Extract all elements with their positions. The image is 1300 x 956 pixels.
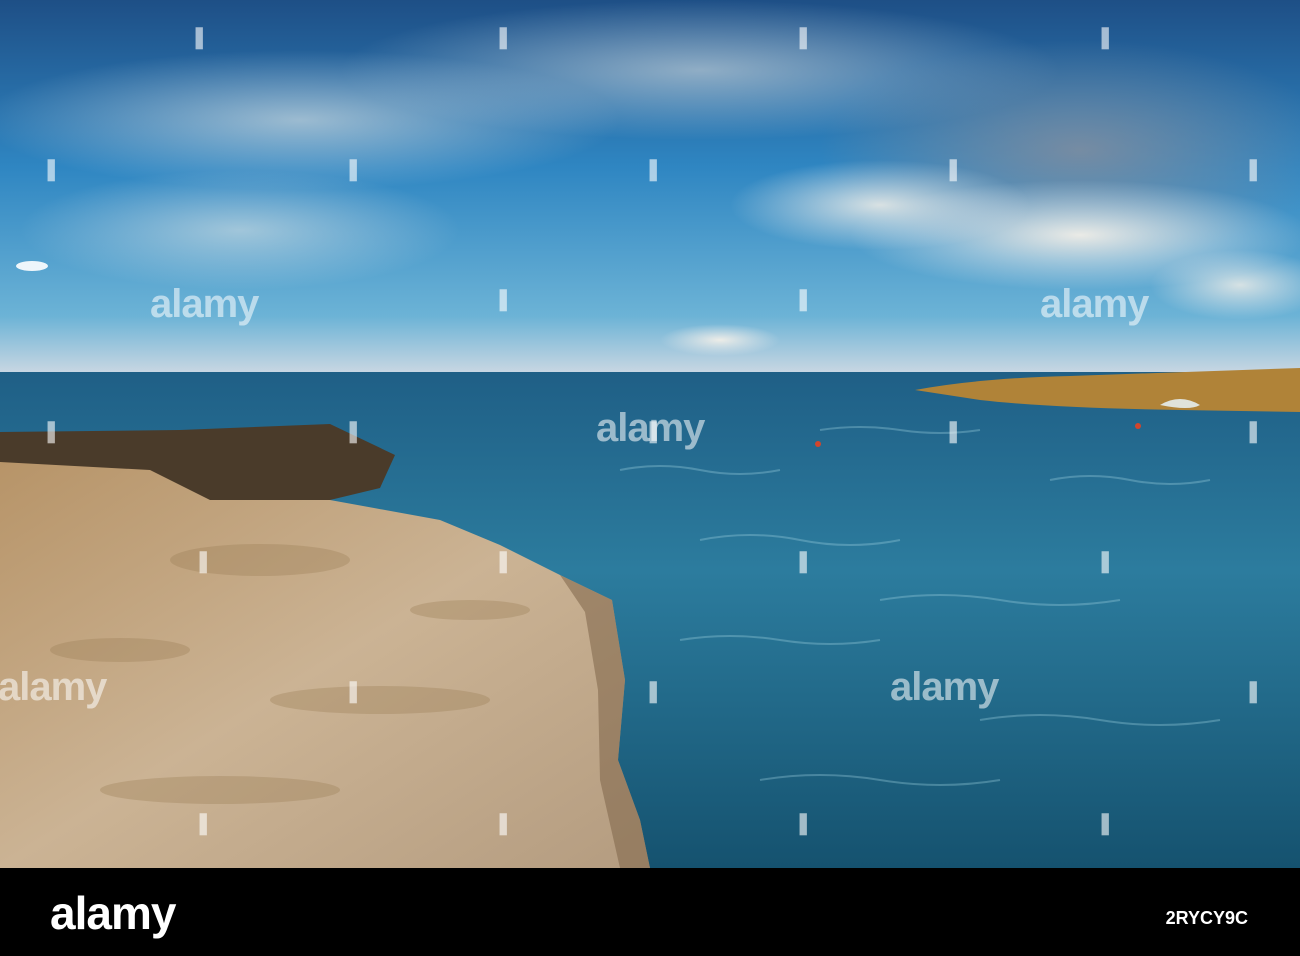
cloud-small-left [16, 261, 48, 271]
watermark-text: alamy [1040, 282, 1149, 326]
buoy [1135, 423, 1141, 429]
watermark-mark: ❚ [494, 286, 513, 311]
watermark-text: alamy [890, 665, 999, 709]
buoy [815, 441, 821, 447]
watermark-mark: ❚ [794, 548, 813, 573]
cloud-wisp [20, 170, 460, 290]
watermark-mark: ❚ [344, 156, 363, 181]
watermark-mark: ❚ [1244, 678, 1263, 703]
image-id-label: 2RYCY9C [1165, 908, 1248, 928]
watermark-mark: ❚ [190, 24, 209, 49]
watermark-mark: ❚ [494, 810, 513, 835]
watermark-mark: ❚ [944, 418, 963, 443]
cloud-small-horizon [660, 324, 780, 356]
watermark-mark: ❚ [1096, 810, 1115, 835]
watermark-mark: ❚ [1096, 548, 1115, 573]
watermark-mark: ❚ [644, 678, 663, 703]
watermark-mark: ❚ [194, 810, 213, 835]
watermark-mark: ❚ [494, 548, 513, 573]
watermark-mark: ❚ [42, 156, 61, 181]
watermark-mark: ❚ [1244, 156, 1263, 181]
cloud-bright-right-2 [730, 160, 1030, 250]
alamy-logo: alamy [50, 887, 176, 939]
watermark-mark: ❚ [344, 418, 363, 443]
watermark-mark: ❚ [1244, 418, 1263, 443]
watermark-mark: ❚ [794, 810, 813, 835]
watermark-mark: ❚ [794, 286, 813, 311]
watermark-mark: ❚ [794, 24, 813, 49]
watermark-mark: ❚ [944, 156, 963, 181]
watermark-mark: ❚ [644, 156, 663, 181]
watermark-mark: ❚ [344, 678, 363, 703]
watermark-text: alamy [150, 282, 259, 326]
watermark-mark: ❚ [42, 418, 61, 443]
watermark-mark: ❚ [194, 548, 213, 573]
watermark-text: alamy [0, 665, 107, 709]
stock-footer-bar: alamy 2RYCY9C [0, 868, 1300, 956]
watermark-mark: ❚ [1096, 24, 1115, 49]
seascape-photo: alamy alamy alamy alamy alamy ❚ ❚ ❚ ❚ ❚ … [0, 0, 1300, 868]
watermark-mark: ❚ [644, 418, 663, 443]
watermark-mark: ❚ [494, 24, 513, 49]
